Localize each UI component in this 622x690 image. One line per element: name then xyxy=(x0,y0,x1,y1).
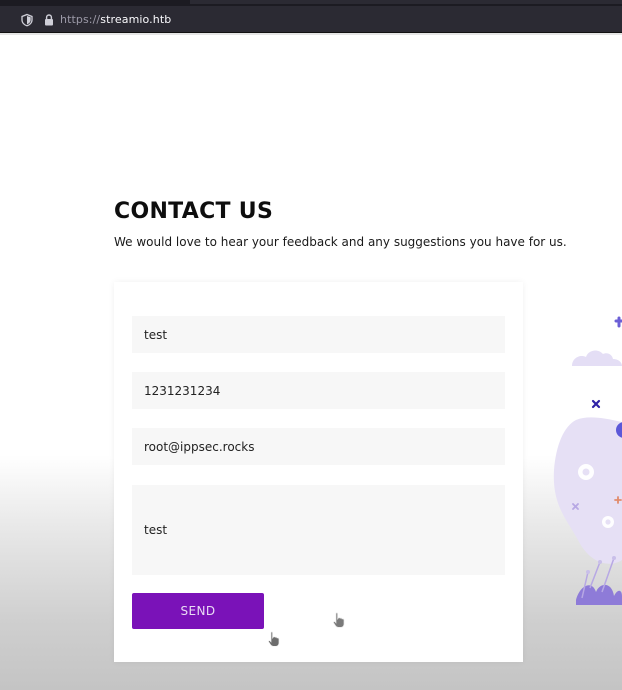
address-bar[interactable]: https://streamio.htb xyxy=(0,6,622,33)
url-text[interactable]: https://streamio.htb xyxy=(60,13,171,26)
contact-form: test 1231231234 root@ippsec.rocks test S… xyxy=(114,282,523,662)
shield-icon[interactable] xyxy=(20,12,34,27)
hand-cursor-icon xyxy=(268,631,280,647)
message-field[interactable]: test xyxy=(132,485,505,575)
name-field[interactable]: test xyxy=(132,316,505,353)
page-subtitle: We would love to hear your feedback and … xyxy=(114,235,567,249)
url-protocol: https:// xyxy=(60,12,101,26)
phone-field[interactable]: 1231231234 xyxy=(132,372,505,409)
email-field[interactable]: root@ippsec.rocks xyxy=(132,428,505,465)
hand-cursor-icon xyxy=(333,612,345,628)
decorative-illustration xyxy=(553,316,622,605)
toolbar-divider xyxy=(0,33,622,35)
lock-icon[interactable] xyxy=(42,12,56,26)
url-host: streamio.htb xyxy=(100,12,172,26)
send-button[interactable]: SEND xyxy=(132,593,264,629)
page-title: CONTACT US xyxy=(114,199,274,224)
